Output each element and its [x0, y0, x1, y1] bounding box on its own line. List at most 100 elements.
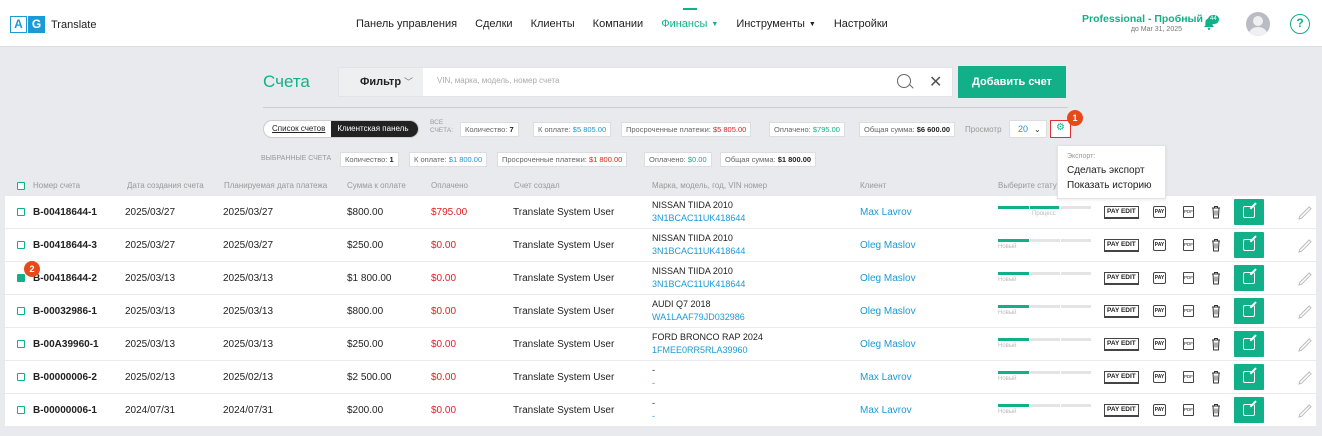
pay-edit-button[interactable]: PAY EDIT [1104, 239, 1139, 252]
table-row[interactable]: B-00A39960-1 2025/03/13 2025/03/13 $250.00 $… [5, 328, 1316, 360]
app-logo[interactable]: A G Translate [10, 16, 96, 33]
nav-item-deals[interactable]: Сделки [475, 18, 513, 30]
vin-link[interactable]: 3N1BCAC11UK418644 [652, 279, 745, 289]
trash-icon[interactable] [1211, 370, 1221, 384]
client-link[interactable]: Oleg Maslov [860, 273, 916, 284]
open-external-button[interactable] [1234, 298, 1264, 324]
open-external-button[interactable] [1234, 364, 1264, 390]
column-header-number[interactable]: Номер счета [33, 181, 80, 190]
pdf-icon[interactable]: PDF [1183, 272, 1194, 284]
open-external-button[interactable] [1234, 232, 1264, 258]
open-external-button[interactable] [1234, 331, 1264, 357]
column-header-client[interactable]: Клиент [860, 181, 886, 190]
client-link[interactable]: Oleg Maslov [860, 240, 916, 251]
status-progress[interactable]: Новый [998, 305, 1092, 319]
invoice-number[interactable]: B-00000006-2 [33, 372, 97, 383]
pencil-icon[interactable] [1295, 201, 1315, 223]
vin-link[interactable]: - [652, 378, 655, 388]
pay-edit-button[interactable]: PAY EDIT [1104, 371, 1139, 384]
status-progress[interactable]: Новый [998, 338, 1092, 352]
pencil-icon[interactable] [1295, 234, 1315, 256]
client-link[interactable]: Max Lavrov [860, 372, 912, 383]
row-checkbox[interactable] [17, 208, 25, 216]
invoice-number[interactable]: B-00418644-2 [33, 273, 97, 284]
trash-icon[interactable] [1211, 304, 1221, 318]
close-icon[interactable]: ✕ [929, 72, 942, 92]
pay-icon[interactable]: PAY [1153, 272, 1166, 284]
vin-link[interactable]: - [652, 411, 655, 421]
select-all-checkbox[interactable] [17, 182, 25, 190]
menu-item-show-history[interactable]: Показать историю [1067, 180, 1152, 191]
pay-icon[interactable]: PAY [1153, 404, 1166, 416]
user-avatar[interactable] [1246, 12, 1270, 36]
status-progress[interactable]: Новый [998, 404, 1092, 418]
trash-icon[interactable] [1211, 205, 1221, 219]
row-checkbox[interactable] [17, 307, 25, 315]
invoice-number[interactable]: B-00418644-1 [33, 207, 97, 218]
invoice-number[interactable]: B-00418644-3 [33, 240, 97, 251]
pay-icon[interactable]: PAY [1153, 239, 1166, 251]
row-checkbox[interactable] [17, 373, 25, 381]
column-header-status[interactable]: Выберите статус [998, 181, 1061, 190]
column-header-created[interactable]: Дата создания счета [127, 181, 204, 190]
status-progress[interactable]: Новый [998, 272, 1092, 286]
pay-edit-button[interactable]: PAY EDIT [1104, 404, 1139, 417]
column-header-amount[interactable]: Сумма к оплате [347, 181, 406, 190]
pdf-icon[interactable]: PDF [1183, 371, 1194, 383]
row-checkbox[interactable] [17, 274, 25, 282]
plan-info[interactable]: Professional - Пробный до Мar 31, 2025 [1082, 13, 1203, 33]
status-progress[interactable]: Новый [998, 371, 1092, 385]
per-page-select[interactable]: 20 ⌄ [1009, 120, 1047, 138]
pay-edit-button[interactable]: PAY EDIT [1104, 305, 1139, 318]
invoice-number[interactable]: B-00032986-1 [33, 306, 97, 317]
pay-edit-button[interactable]: PAY EDIT [1104, 272, 1139, 285]
pay-icon[interactable]: PAY [1153, 305, 1166, 317]
menu-item-make-export[interactable]: Сделать экспорт [1067, 165, 1145, 176]
client-link[interactable]: Oleg Maslov [860, 306, 916, 317]
search-icon[interactable] [897, 74, 911, 88]
trash-icon[interactable] [1211, 403, 1221, 417]
pay-edit-button[interactable]: PAY EDIT [1104, 338, 1139, 351]
pdf-icon[interactable]: PDF [1183, 206, 1194, 218]
client-link[interactable]: Max Lavrov [860, 207, 912, 218]
trash-icon[interactable] [1211, 271, 1221, 285]
search-input[interactable]: VIN, марка, модель, номер счета [437, 76, 559, 85]
pay-icon[interactable]: PAY [1153, 371, 1166, 383]
status-progress[interactable]: Новый [998, 239, 1092, 253]
table-row[interactable]: B-00418644-2 2025/03/13 2025/03/13 $1 800.0… [5, 262, 1316, 294]
open-external-button[interactable] [1234, 199, 1264, 225]
invoice-number[interactable]: B-00A39960-1 [33, 339, 99, 350]
pdf-icon[interactable]: PDF [1183, 404, 1194, 416]
pencil-icon[interactable] [1295, 399, 1315, 421]
table-row[interactable]: B-00032986-1 2025/03/13 2025/03/13 $800.00 $… [5, 295, 1316, 327]
pencil-icon[interactable] [1295, 333, 1315, 355]
nav-item-finance[interactable]: Финансы ▼ [661, 8, 718, 30]
vin-link[interactable]: 3N1BCAC11UK418644 [652, 246, 745, 256]
help-icon[interactable]: ? [1290, 14, 1310, 34]
tab-client-panel[interactable]: Клиентская панель [331, 121, 418, 137]
pay-icon[interactable]: PAY [1153, 206, 1166, 218]
nav-item-tools[interactable]: Инструменты ▼ [736, 18, 816, 30]
trash-icon[interactable] [1211, 238, 1221, 252]
table-row[interactable]: B-00000006-1 2024/07/31 2024/07/31 $200.00 $… [5, 394, 1316, 426]
table-row[interactable]: B-00418644-1 2025/03/27 2025/03/27 $800.00 $… [5, 196, 1316, 228]
column-header-created-by[interactable]: Счет создал [514, 181, 560, 190]
row-checkbox[interactable] [17, 241, 25, 249]
column-header-car[interactable]: Марка, модель, год, VIN номер [652, 181, 767, 190]
nav-item-clients[interactable]: Клиенты [531, 18, 575, 30]
client-link[interactable]: Oleg Maslov [860, 339, 916, 350]
vin-link[interactable]: WA1LAAF79JD032986 [652, 312, 745, 322]
nav-item-dashboard[interactable]: Панель управления [356, 18, 457, 30]
open-external-button[interactable] [1234, 265, 1264, 291]
vin-link[interactable]: 1FMEE0RR5RLA39960 [652, 345, 748, 355]
pdf-icon[interactable]: PDF [1183, 239, 1194, 251]
trash-icon[interactable] [1211, 337, 1221, 351]
vin-link[interactable]: 3N1BCAC11UK418644 [652, 213, 745, 223]
pencil-icon[interactable] [1295, 366, 1315, 388]
pdf-icon[interactable]: PDF [1183, 305, 1194, 317]
open-external-button[interactable] [1234, 397, 1264, 423]
status-progress[interactable]: Процесс [998, 206, 1092, 220]
row-checkbox[interactable] [17, 340, 25, 348]
nav-item-companies[interactable]: Компании [593, 18, 644, 30]
invoice-number[interactable]: B-00000006-1 [33, 405, 97, 416]
